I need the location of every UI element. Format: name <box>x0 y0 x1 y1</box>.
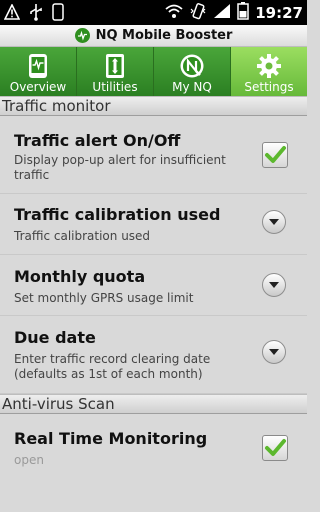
signal-icon <box>213 3 231 23</box>
pref-title: Traffic calibration used <box>14 205 221 224</box>
pref-monthly-quota[interactable]: Monthly quota Set monthly GPRS usage lim… <box>0 255 307 316</box>
tab-label: Settings <box>244 80 294 94</box>
nq-logo-icon <box>179 53 205 79</box>
pref-due-date[interactable]: Due date Enter traffic record clearing d… <box>0 316 307 394</box>
vibrate-icon <box>189 2 207 24</box>
pref-real-time-monitoring[interactable]: Real Time Monitoring open <box>0 415 307 512</box>
tab-my-nq[interactable]: My NQ <box>154 47 231 96</box>
utilities-icon <box>102 53 128 79</box>
tab-settings[interactable]: Settings <box>231 47 307 96</box>
battery-icon <box>237 2 249 24</box>
traffic-alert-checkbox[interactable] <box>262 142 288 168</box>
chevron-down-icon[interactable] <box>262 273 286 297</box>
section-header-traffic-monitor: Traffic monitor <box>0 96 307 116</box>
pref-traffic-calibration[interactable]: Traffic calibration used Traffic calibra… <box>0 194 307 255</box>
wifi-icon <box>165 3 183 23</box>
tab-label: Utilities <box>92 80 138 94</box>
usb-icon <box>28 3 44 25</box>
gear-icon <box>256 53 282 79</box>
pref-title: Due date <box>14 328 96 347</box>
tab-label: My NQ <box>172 80 212 94</box>
pref-summary: Enter traffic record clearing date (defa… <box>14 352 211 381</box>
pref-summary: Traffic calibration used <box>14 229 151 243</box>
warning-icon <box>3 3 21 24</box>
section-header-anti-virus-scan: Anti-virus Scan <box>0 394 307 414</box>
app-title-bar: NQ Mobile Booster <box>0 25 307 47</box>
tab-utilities[interactable]: Utilities <box>77 47 154 96</box>
tab-overview[interactable]: Overview <box>0 47 77 96</box>
checkmark-icon <box>265 146 286 163</box>
app-title: NQ Mobile Booster <box>95 28 233 43</box>
app-logo-icon <box>74 28 90 43</box>
pref-title: Monthly quota <box>14 267 146 286</box>
pref-traffic-alert[interactable]: Traffic alert On/Off Display pop-up aler… <box>0 117 307 194</box>
tab-label: Overview <box>9 80 67 94</box>
real-time-monitoring-checkbox[interactable] <box>262 435 288 461</box>
pref-title: Real Time Monitoring <box>14 429 208 448</box>
tab-bar: Overview Utilities My NQ Settings <box>0 47 307 96</box>
pref-summary: Set monthly GPRS usage limit <box>14 291 194 305</box>
chevron-down-icon[interactable] <box>262 210 286 234</box>
phone-chart-icon <box>25 53 51 79</box>
pref-summary: Display pop-up alert for insufficient tr… <box>14 153 226 182</box>
checkmark-icon <box>265 439 286 456</box>
phone-icon <box>52 3 64 25</box>
clock: 19:27 <box>255 4 303 22</box>
status-bar: 19:27 <box>0 0 307 25</box>
pref-summary: open <box>14 453 44 467</box>
chevron-down-icon[interactable] <box>262 340 286 364</box>
pref-title: Traffic alert On/Off <box>14 131 181 150</box>
